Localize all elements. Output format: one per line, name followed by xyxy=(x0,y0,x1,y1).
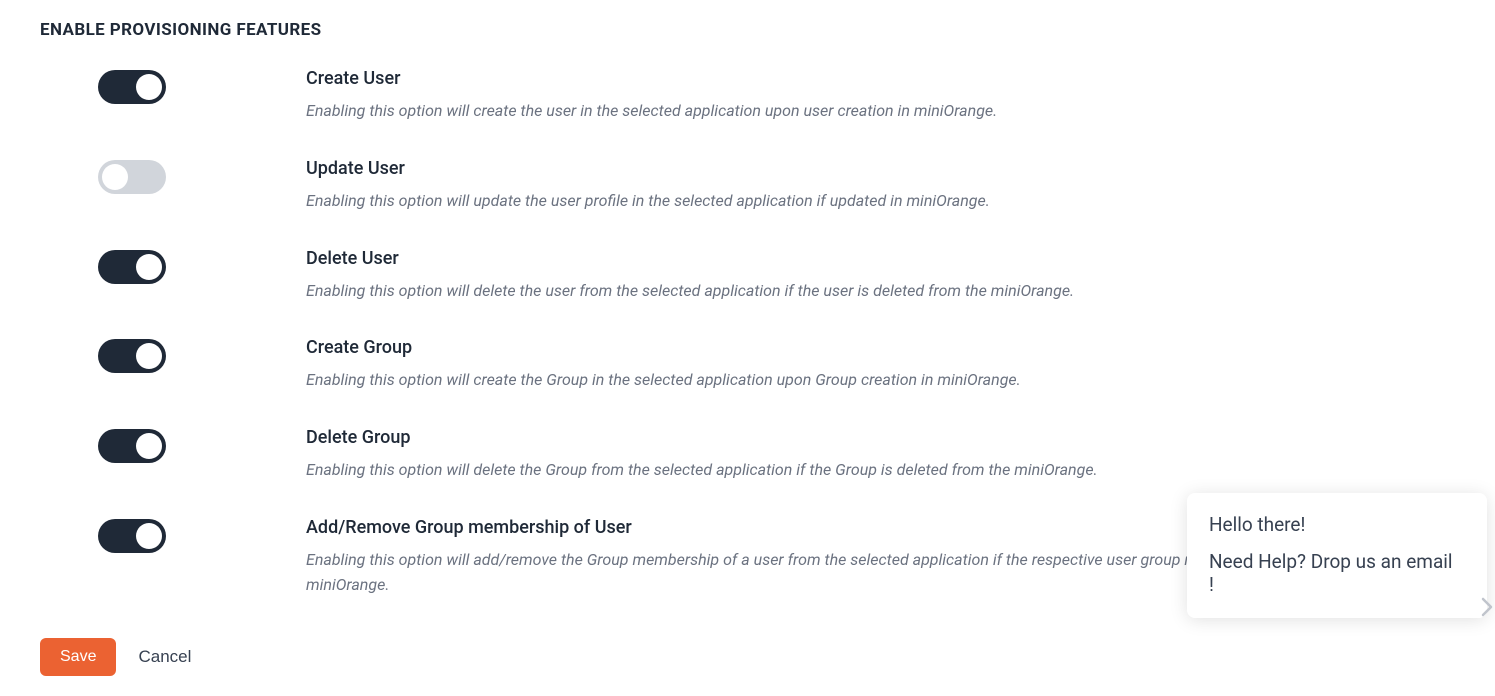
feature-description: Enabling this option will create the Gro… xyxy=(306,368,1455,393)
feature-text: Delete Group Enabling this option will d… xyxy=(306,427,1455,483)
button-row: Save Cancel xyxy=(40,638,1455,676)
feature-title: Create Group xyxy=(306,337,1455,358)
feature-text: Update User Enabling this option will up… xyxy=(306,158,1455,214)
feature-description: Enabling this option will delete the Gro… xyxy=(306,458,1455,483)
chevron-right-icon xyxy=(1481,597,1495,622)
feature-text: Delete User Enabling this option will de… xyxy=(306,248,1455,304)
toggle-knob xyxy=(136,523,162,549)
toggle-delete-user[interactable] xyxy=(98,250,166,284)
feature-title: Create User xyxy=(306,68,1455,89)
toggle-group-membership[interactable] xyxy=(98,519,166,553)
feature-title: Delete User xyxy=(306,248,1455,269)
toggle-create-user[interactable] xyxy=(98,70,166,104)
feature-title: Delete Group xyxy=(306,427,1455,448)
save-button[interactable]: Save xyxy=(40,638,116,676)
toggle-delete-group[interactable] xyxy=(98,429,166,463)
feature-description: Enabling this option will update the use… xyxy=(306,189,1455,214)
help-widget[interactable]: Hello there! Need Help? Drop us an email… xyxy=(1187,493,1487,618)
help-greeting: Hello there! xyxy=(1209,513,1457,536)
toggle-knob xyxy=(136,74,162,100)
feature-row: Update User Enabling this option will up… xyxy=(98,158,1455,214)
feature-row: Create User Enabling this option will cr… xyxy=(98,68,1455,124)
toggle-knob xyxy=(136,433,162,459)
toggle-knob xyxy=(136,343,162,369)
toggle-knob xyxy=(102,164,128,190)
toggle-update-user[interactable] xyxy=(98,160,166,194)
feature-text: Create Group Enabling this option will c… xyxy=(306,337,1455,393)
feature-row: Create Group Enabling this option will c… xyxy=(98,337,1455,393)
feature-title: Update User xyxy=(306,158,1455,179)
feature-description: Enabling this option will create the use… xyxy=(306,99,1455,124)
toggle-knob xyxy=(136,254,162,280)
feature-description: Enabling this option will delete the use… xyxy=(306,279,1455,304)
cancel-button[interactable]: Cancel xyxy=(138,647,191,667)
feature-row: Delete Group Enabling this option will d… xyxy=(98,427,1455,483)
section-heading: ENABLE PROVISIONING FEATURES xyxy=(40,20,1455,40)
help-prompt: Need Help? Drop us an email ! xyxy=(1209,550,1457,596)
feature-row: Delete User Enabling this option will de… xyxy=(98,248,1455,304)
toggle-create-group[interactable] xyxy=(98,339,166,373)
feature-text: Create User Enabling this option will cr… xyxy=(306,68,1455,124)
